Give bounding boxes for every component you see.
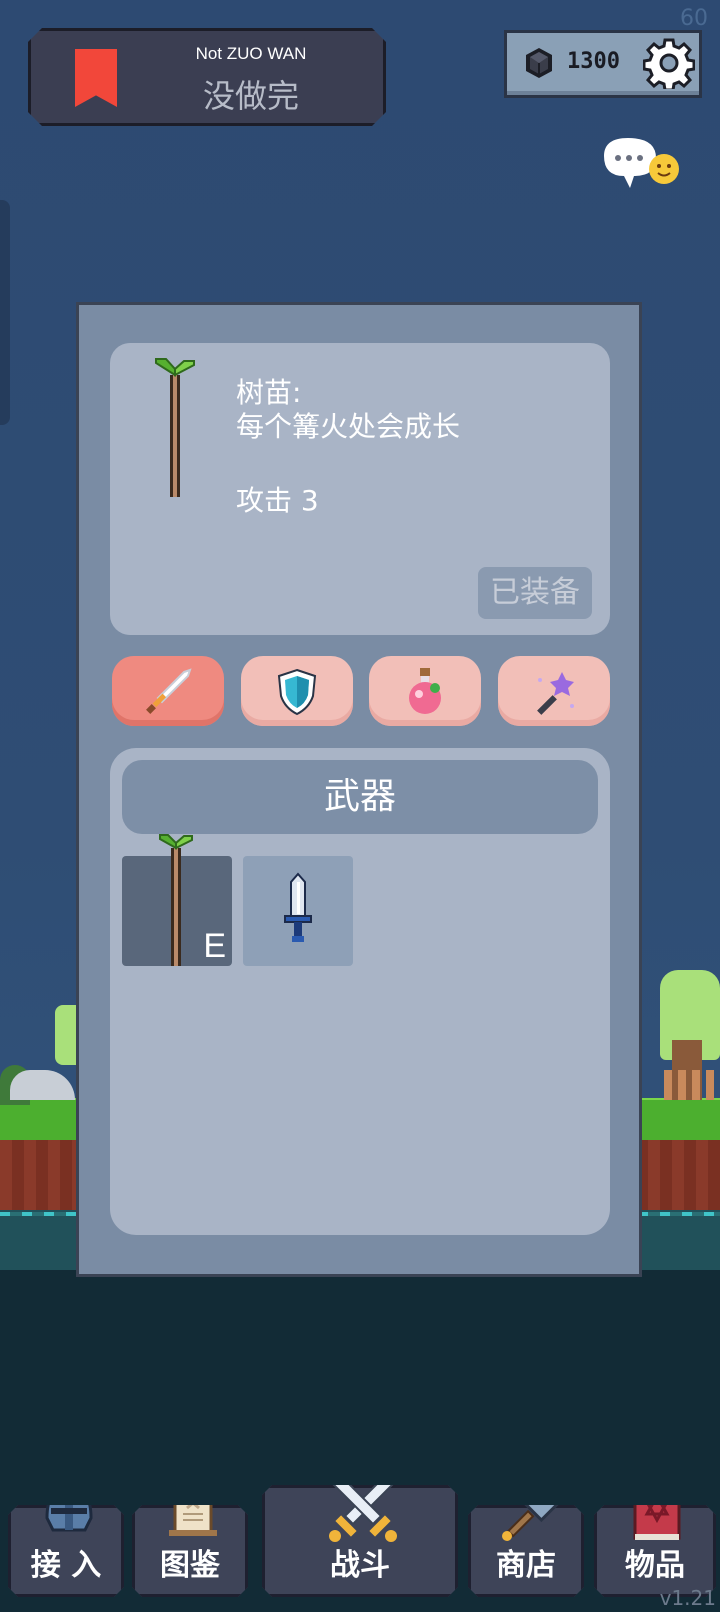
equipped-badge: E [203,927,226,965]
tab-armor[interactable] [241,656,353,726]
gem-count: 1300 [567,49,620,74]
bookmark-icon [75,49,117,107]
tab-potions[interactable] [369,656,481,726]
gem-icon [526,48,552,78]
tree-left [55,1005,77,1065]
tab-magic[interactable] [498,656,610,726]
sapling-stick-icon [155,358,195,497]
inventory-slot-sword[interactable] [243,856,353,966]
game-title-cn: 没做完 [202,77,299,115]
item-detail-card: 树苗: 每个篝火处会成长 攻击 3 已装备 [110,343,610,635]
version-label: v1.21 [659,1586,716,1610]
side-drawer-tab[interactable] [0,200,10,425]
short-sword-icon [284,872,312,942]
fps-counter: 60 [680,6,708,31]
item-description: 每个篝火处会成长 [236,410,461,443]
equipped-button[interactable]: 已装备 [478,567,592,619]
shield-icon [277,668,317,716]
magic-wand-icon [537,672,574,715]
nav-battle-label: 战斗 [330,1548,390,1583]
nav-items[interactable]: 物品 [594,1505,716,1597]
gear-icon[interactable] [643,37,695,89]
potion-icon [409,668,441,714]
item-attack: 攻击 3 [236,484,319,517]
nav-shop[interactable]: 商店 [468,1505,584,1597]
chat-emoji-icon[interactable] [600,136,684,196]
nav-codex-label: 图鉴 [160,1548,220,1583]
inventory-slot-sapling[interactable]: E [122,834,232,966]
nav-battle[interactable]: 战斗 [262,1485,458,1597]
sapling-stick-icon [159,834,193,966]
title-plate[interactable]: Not ZUO WAN 没做完 [28,28,386,126]
tab-weapons[interactable] [112,656,224,726]
currency-plate: 1300 [504,30,702,98]
nav-connect[interactable]: 接 入 [8,1505,124,1597]
sword-icon [146,668,192,714]
nav-codex[interactable]: 图鉴 [132,1505,248,1597]
nav-connect-label: 接 入 [30,1548,102,1583]
nav-items-label: 物品 [625,1548,685,1583]
inventory-category-header: 武器 [122,760,598,834]
inventory-list: 武器 E [110,748,610,1235]
nav-shop-label: 商店 [496,1548,556,1583]
game-title-en: Not ZUO WAN [195,44,307,63]
fence-right [664,1070,720,1100]
